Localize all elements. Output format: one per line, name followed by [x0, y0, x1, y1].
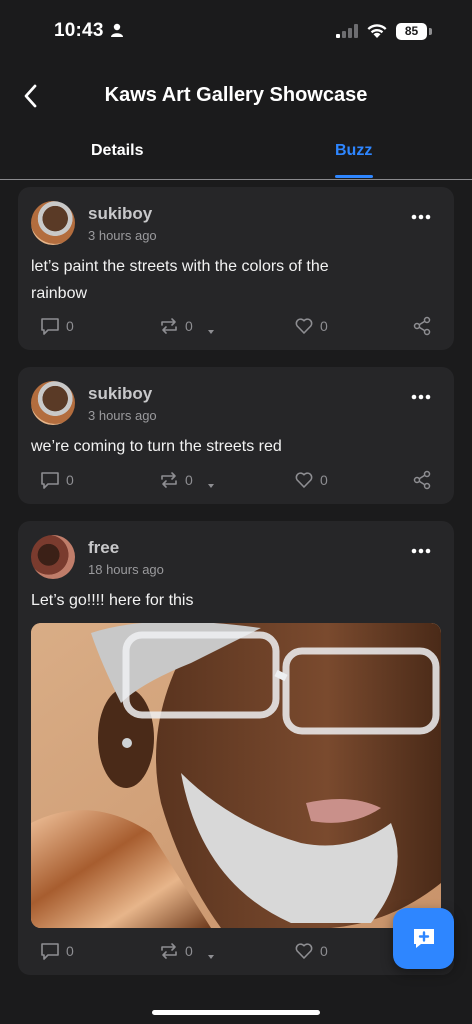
tab-active-indicator [335, 175, 373, 178]
post-card[interactable]: sukiboy 3 hours ago we’re coming to turn… [18, 367, 454, 504]
page-title: Kaws Art Gallery Showcase [104, 84, 368, 106]
heart-icon [295, 318, 313, 334]
repost-icon [161, 472, 177, 488]
post-card[interactable]: free 18 hours ago Let’s go!!!! here for … [18, 521, 454, 975]
battery-indicator: 85 [396, 23, 427, 40]
post-text-line: Let’s go!!!! here for this [31, 592, 194, 609]
repost-button[interactable]: 0 [159, 468, 193, 492]
comment-icon [41, 472, 59, 489]
post-text-line: rainbow [31, 285, 88, 302]
post-text: Let’s go!!!! here for this [31, 587, 431, 614]
share-button[interactable] [412, 468, 432, 492]
avatar[interactable] [31, 201, 75, 245]
like-count: 0 [320, 943, 328, 959]
tab-buzz[interactable]: Buzz [335, 142, 372, 160]
post-text: let’s paint the streets with the colors … [31, 253, 431, 307]
post-text-line: let’s paint the streets with the colors … [31, 258, 329, 275]
repost-count: 0 [185, 318, 193, 334]
comment-button[interactable]: 0 [40, 314, 74, 338]
share-button[interactable] [412, 314, 432, 338]
heart-icon [295, 472, 313, 488]
portrait-illustration [31, 623, 441, 928]
post-image[interactable] [31, 623, 441, 928]
post-card[interactable]: sukiboy 3 hours ago let’s paint the stre… [18, 187, 454, 350]
repost-icon [161, 318, 177, 334]
post-timestamp: 3 hours ago [88, 408, 157, 423]
like-button[interactable]: 0 [294, 939, 328, 963]
repost-button[interactable]: 0 [159, 314, 193, 338]
like-count: 0 [320, 318, 328, 334]
more-options-icon[interactable] [410, 213, 432, 221]
post-username[interactable]: sukiboy [88, 384, 152, 404]
post-actions: 0 0 0 [18, 939, 454, 963]
repost-count: 0 [185, 472, 193, 488]
comment-icon [41, 318, 59, 335]
header: Kaws Art Gallery Showcase [0, 62, 472, 134]
avatar[interactable] [31, 381, 75, 425]
avatar[interactable] [31, 535, 75, 579]
comment-button[interactable]: 0 [40, 468, 74, 492]
status-time: 10:43 [54, 20, 104, 41]
caret-down-icon[interactable] [206, 320, 216, 344]
comment-count: 0 [66, 318, 74, 334]
person-icon [111, 23, 123, 37]
share-icon [413, 316, 431, 336]
add-comment-icon [413, 928, 434, 948]
post-timestamp: 18 hours ago [88, 562, 164, 577]
post-actions: 0 0 0 [18, 314, 454, 338]
caret-down-icon[interactable] [206, 945, 216, 969]
comment-button[interactable]: 0 [40, 939, 74, 963]
battery-nub [429, 28, 432, 35]
wifi-icon [367, 24, 387, 38]
repost-icon [161, 943, 177, 959]
more-options-icon[interactable] [410, 547, 432, 555]
post-actions: 0 0 0 [18, 468, 454, 492]
caret-down-icon[interactable] [206, 474, 216, 498]
home-indicator [152, 1010, 320, 1015]
new-post-button[interactable] [393, 908, 454, 969]
comment-count: 0 [66, 472, 74, 488]
like-count: 0 [320, 472, 328, 488]
repost-count: 0 [185, 943, 193, 959]
tab-bar: Details Buzz [0, 134, 472, 180]
comment-icon [41, 943, 59, 960]
more-options-icon[interactable] [410, 393, 432, 401]
repost-button[interactable]: 0 [159, 939, 193, 963]
post-username[interactable]: sukiboy [88, 204, 152, 224]
post-username[interactable]: free [88, 538, 119, 558]
share-icon [413, 470, 431, 490]
comment-count: 0 [66, 943, 74, 959]
like-button[interactable]: 0 [294, 468, 328, 492]
cellular-signal-icon [336, 24, 358, 38]
post-text: we’re coming to turn the streets red [31, 433, 431, 460]
heart-icon [295, 943, 313, 959]
post-text-line: we’re coming to turn the streets red [31, 438, 282, 455]
like-button[interactable]: 0 [294, 314, 328, 338]
tab-details[interactable]: Details [91, 142, 143, 160]
post-timestamp: 3 hours ago [88, 228, 157, 243]
status-bar: 10:43 85 [0, 0, 472, 62]
